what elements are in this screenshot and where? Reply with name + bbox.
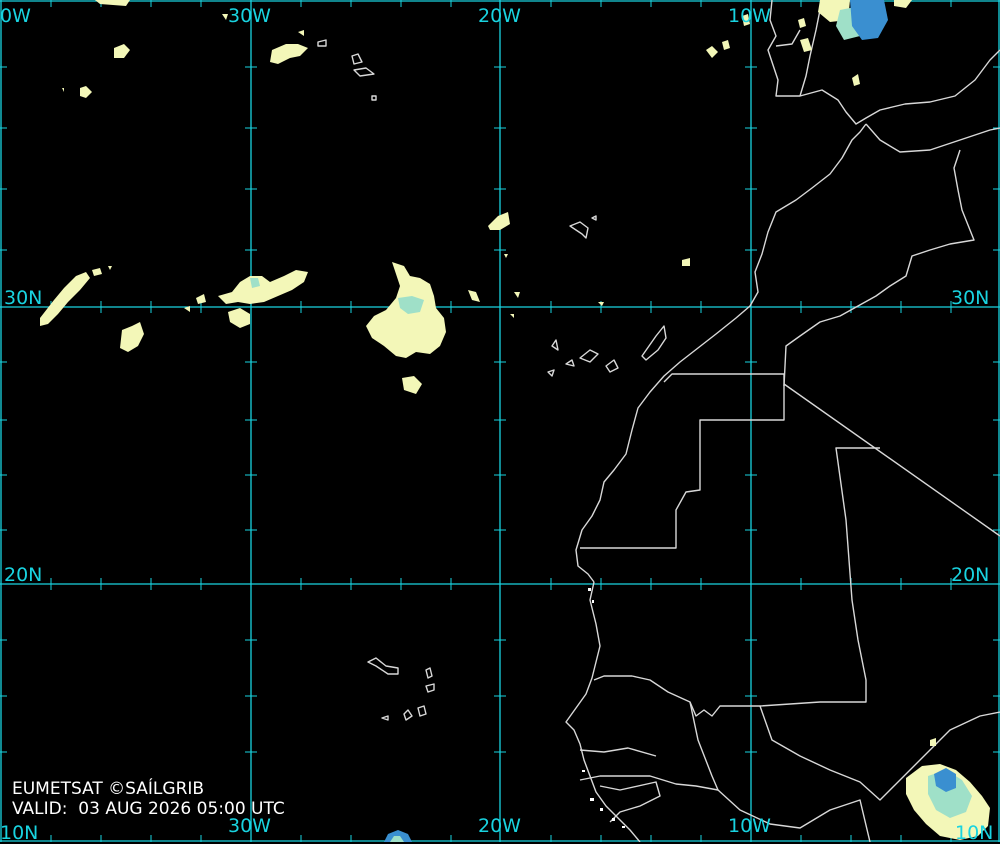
valid-label: VALID:: [12, 799, 68, 819]
lon-label-10w-bottom: 10W: [728, 815, 771, 837]
lat-label-10n-left: 10N: [0, 822, 39, 844]
lat-label-20n-right: 20N: [951, 564, 990, 586]
lon-label-20w-bottom: 20W: [478, 815, 521, 837]
lon-label-30w-bottom: 30W: [228, 815, 271, 837]
source-credit: EUMETSAT ©SAÍLGRIB: [12, 779, 205, 799]
valid-timestamp: 03 AUG 2026 05:00 UTC: [78, 799, 285, 819]
lon-label-30w-top: 30W: [228, 5, 271, 27]
lon-label-20w-top: 20W: [478, 5, 521, 27]
lat-label-30n-right: 30N: [951, 287, 990, 309]
lat-label-30n-left: 30N: [4, 287, 43, 309]
valid-time: VALID: 03 AUG 2026 05:00 UTC: [12, 800, 285, 818]
lon-label-40w-top: 0W: [0, 5, 31, 27]
lon-label-10w-top: 10W: [728, 5, 771, 27]
satellite-map: [0, 0, 1000, 842]
lat-label-20n-left: 20N: [4, 564, 43, 586]
lat-label-10n-right: 10N: [955, 822, 994, 844]
